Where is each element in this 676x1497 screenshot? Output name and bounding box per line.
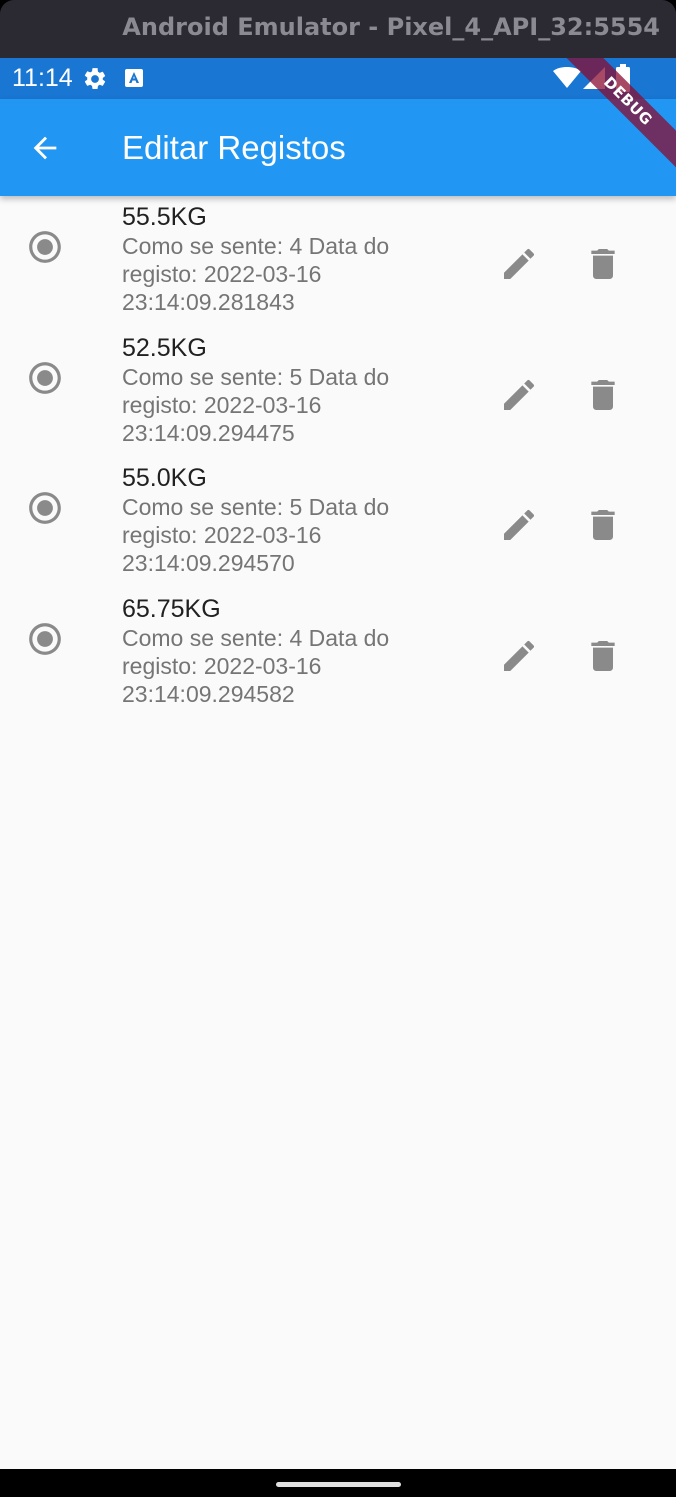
record-subtitle-line: registo: 2022-03-16 xyxy=(122,261,322,287)
record-weight: 52.5KG xyxy=(122,333,207,362)
record-subtitle-line: 23:14:09.294570 xyxy=(122,550,295,576)
record-subtitle-line: Como se sente: 4 Data do xyxy=(122,624,390,651)
emulator-titlebar: Android Emulator - Pixel_4_API_32:5554 xyxy=(0,0,676,58)
delete-button[interactable] xyxy=(582,504,624,546)
delete-button[interactable] xyxy=(582,243,624,285)
gear-icon xyxy=(84,68,106,89)
record-text: 65.75KG Como se sente: 4 Data do registo… xyxy=(122,594,452,708)
record-subtitle-line: Como se sente: 5 Data do xyxy=(122,494,390,520)
radio-selected-icon[interactable] xyxy=(26,489,64,527)
record-subtitle-line: 23:14:09.294582 xyxy=(122,680,295,707)
delete-button[interactable] xyxy=(582,635,624,677)
record-subtitle-line: Como se sente: 4 Data do xyxy=(122,233,390,259)
record-weight: 55.0KG xyxy=(122,464,207,492)
edit-button[interactable] xyxy=(498,504,540,546)
back-button[interactable] xyxy=(22,125,68,171)
record-subtitle-line: 23:14:09.294475 xyxy=(122,419,295,446)
record-text: 52.5KG Como se sente: 5 Data do registo:… xyxy=(122,333,452,447)
list-item: 55.5KG Como se sente: 4 Data do registo:… xyxy=(0,196,676,327)
record-subtitle-line: registo: 2022-03-16 xyxy=(122,652,322,679)
record-text: 55.5KG Como se sente: 4 Data do registo:… xyxy=(122,202,452,316)
radio-selected-icon[interactable] xyxy=(26,228,64,266)
delete-button[interactable] xyxy=(582,374,624,416)
record-subtitle-line: 23:14:09.281843 xyxy=(122,289,295,315)
app-bar: Editar Registos xyxy=(0,99,676,196)
list-item: 65.75KG Como se sente: 4 Data do registo… xyxy=(0,588,676,719)
list-item: 55.0KG Como se sente: 5 Data do registo:… xyxy=(0,457,676,588)
emulator-title: Android Emulator - Pixel_4_API_32:5554 xyxy=(122,13,660,41)
pencil-icon xyxy=(504,509,535,540)
pencil-icon xyxy=(504,379,535,410)
record-weight: 55.5KG xyxy=(122,203,207,231)
pencil-icon xyxy=(504,640,535,671)
page-title: Editar Registos xyxy=(122,129,346,166)
records-list: 55.5KG Como se sente: 4 Data do registo:… xyxy=(0,196,676,718)
wifi-icon xyxy=(553,67,581,88)
radio-selected-icon[interactable] xyxy=(26,620,64,658)
record-subtitle-line: Como se sente: 5 Data do xyxy=(122,363,390,390)
edit-button[interactable] xyxy=(498,374,540,416)
pencil-icon xyxy=(504,248,535,279)
trash-icon xyxy=(591,249,615,279)
a-icon xyxy=(125,69,143,87)
record-weight: 65.75KG xyxy=(122,594,221,623)
arrow-back-icon xyxy=(33,136,57,160)
device-screen: 11:14 Editar Registos DEBUG 55.5KG Como … xyxy=(0,58,676,1497)
home-gesture-handle[interactable] xyxy=(276,1482,401,1487)
trash-icon xyxy=(591,379,615,410)
status-time: 11:14 xyxy=(12,64,73,92)
trash-icon xyxy=(591,510,615,540)
record-subtitle-line: registo: 2022-03-16 xyxy=(122,391,322,418)
edit-button[interactable] xyxy=(498,635,540,677)
record-text: 55.0KG Como se sente: 5 Data do registo:… xyxy=(122,463,452,577)
radio-selected-icon[interactable] xyxy=(26,359,64,397)
edit-button[interactable] xyxy=(498,243,540,285)
record-subtitle-line: registo: 2022-03-16 xyxy=(122,522,322,548)
trash-icon xyxy=(591,640,615,671)
navigation-bar xyxy=(0,1469,676,1497)
list-item: 52.5KG Como se sente: 5 Data do registo:… xyxy=(0,327,676,458)
